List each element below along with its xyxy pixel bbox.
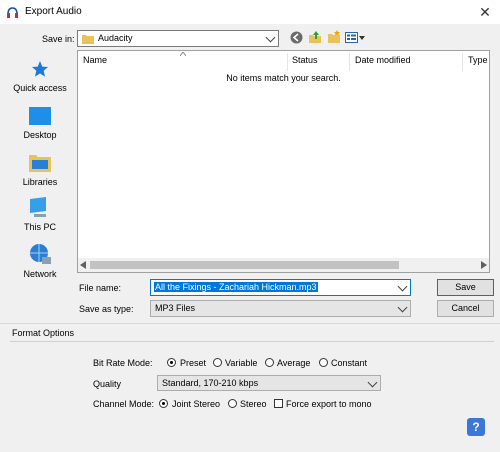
help-icon: ?	[472, 420, 480, 434]
place-label: This PC	[23, 222, 56, 232]
place-label: Libraries	[22, 177, 58, 187]
desktop-icon	[29, 107, 51, 125]
bit-rate-constant-radio[interactable]: Constant	[318, 357, 373, 369]
place-label: Network	[23, 269, 57, 279]
radio-label: Constant	[331, 358, 368, 368]
cancel-button[interactable]: Cancel	[437, 300, 494, 317]
quality-dropdown[interactable]: Standard, 170-210 kbps	[157, 375, 381, 391]
place-network[interactable]: Network	[6, 241, 74, 281]
save-in-value: Audacity	[98, 33, 133, 43]
channel-stereo-radio[interactable]: Stereo	[227, 398, 272, 410]
star-icon	[32, 61, 48, 77]
new-folder-icon[interactable]	[327, 30, 341, 44]
save-in-dropdown[interactable]: Audacity	[77, 30, 279, 47]
save-as-type-label: Save as type:	[79, 304, 134, 314]
title-bar: Export Audio ✕	[0, 0, 500, 24]
chevron-down-icon	[397, 281, 408, 292]
dropdown-arrow-icon	[359, 36, 365, 40]
back-icon[interactable]	[290, 31, 303, 44]
save-button[interactable]: Save	[437, 279, 494, 296]
file-list[interactable]: Name Status Date modified Type No items …	[77, 50, 490, 273]
format-options-title: Format Options	[12, 328, 75, 338]
places-bar: Quick access Desktop Libraries This PC N…	[6, 51, 74, 279]
column-divider[interactable]	[349, 53, 350, 71]
help-button[interactable]: ?	[467, 418, 485, 436]
radio-label: Average	[277, 358, 311, 368]
bit-rate-variable-radio[interactable]: Variable	[212, 357, 267, 369]
quality-label: Quality	[93, 379, 122, 389]
file-name-label: File name:	[79, 283, 122, 293]
channel-mode-label: Channel Mode:	[93, 399, 155, 409]
horizontal-scrollbar[interactable]	[78, 258, 489, 272]
radio-label: Joint Stereo	[172, 399, 221, 409]
scroll-right-icon[interactable]	[481, 261, 487, 269]
radio-button	[319, 358, 328, 367]
file-name-value: All the Fixings - Zachariah Hickman.mp3	[154, 282, 318, 292]
scrollbar-thumb[interactable]	[90, 261, 399, 269]
radio-button	[167, 358, 176, 367]
radio-button	[265, 358, 274, 367]
close-button[interactable]: ✕	[475, 3, 495, 21]
radio-button	[213, 358, 222, 367]
file-name-input[interactable]: All the Fixings - Zachariah Hickman.mp3	[150, 279, 411, 296]
column-header-type[interactable]: Type	[468, 55, 488, 65]
place-libraries[interactable]: Libraries	[6, 150, 74, 190]
radio-button	[228, 399, 237, 408]
scroll-left-icon[interactable]	[80, 261, 86, 269]
headphones-icon	[7, 7, 18, 18]
view-menu-icon	[345, 32, 358, 43]
checkbox	[274, 399, 283, 408]
column-header-date-modified[interactable]: Date modified	[355, 55, 411, 65]
sort-arrow-icon	[180, 52, 186, 56]
column-divider[interactable]	[287, 53, 288, 71]
bit-rate-average-radio[interactable]: Average	[264, 357, 319, 369]
bit-rate-mode-label: Bit Rate Mode:	[93, 358, 153, 368]
network-icon	[30, 244, 51, 264]
radio-label: Stereo	[240, 399, 267, 409]
divider	[10, 341, 494, 342]
view-menu-button[interactable]	[345, 31, 365, 44]
save-as-type-dropdown[interactable]: MP3 Files	[150, 300, 411, 317]
radio-button	[159, 399, 168, 408]
radio-label: Variable	[225, 358, 258, 368]
libraries-icon	[29, 155, 51, 172]
window-title: Export Audio	[25, 6, 82, 17]
folder-icon	[82, 35, 94, 44]
quality-value: Standard, 170-210 kbps	[162, 378, 259, 388]
chevron-down-icon	[397, 302, 408, 313]
force-mono-checkbox[interactable]: Force export to mono	[273, 398, 383, 410]
chevron-down-icon	[367, 377, 378, 388]
place-label: Desktop	[23, 130, 57, 140]
up-folder-icon[interactable]	[308, 30, 322, 44]
divider	[0, 323, 500, 324]
column-divider[interactable]	[462, 53, 463, 71]
column-header-status[interactable]: Status	[292, 55, 318, 65]
computer-icon	[30, 197, 46, 217]
place-this-pc[interactable]: This PC	[6, 195, 74, 235]
place-label: Quick access	[13, 83, 67, 93]
save-in-label: Save in:	[42, 34, 75, 44]
bit-rate-preset-radio[interactable]: Preset	[166, 357, 216, 369]
channel-joint-stereo-radio[interactable]: Joint Stereo	[158, 398, 226, 410]
empty-message: No items match your search.	[226, 73, 341, 83]
place-quick-access[interactable]: Quick access	[6, 57, 74, 97]
chevron-down-icon	[265, 32, 276, 43]
save-as-type-value: MP3 Files	[155, 303, 196, 313]
radio-label: Preset	[180, 358, 207, 368]
place-desktop[interactable]: Desktop	[6, 105, 74, 145]
column-header-name[interactable]: Name	[83, 55, 107, 65]
checkbox-label: Force export to mono	[286, 399, 372, 409]
